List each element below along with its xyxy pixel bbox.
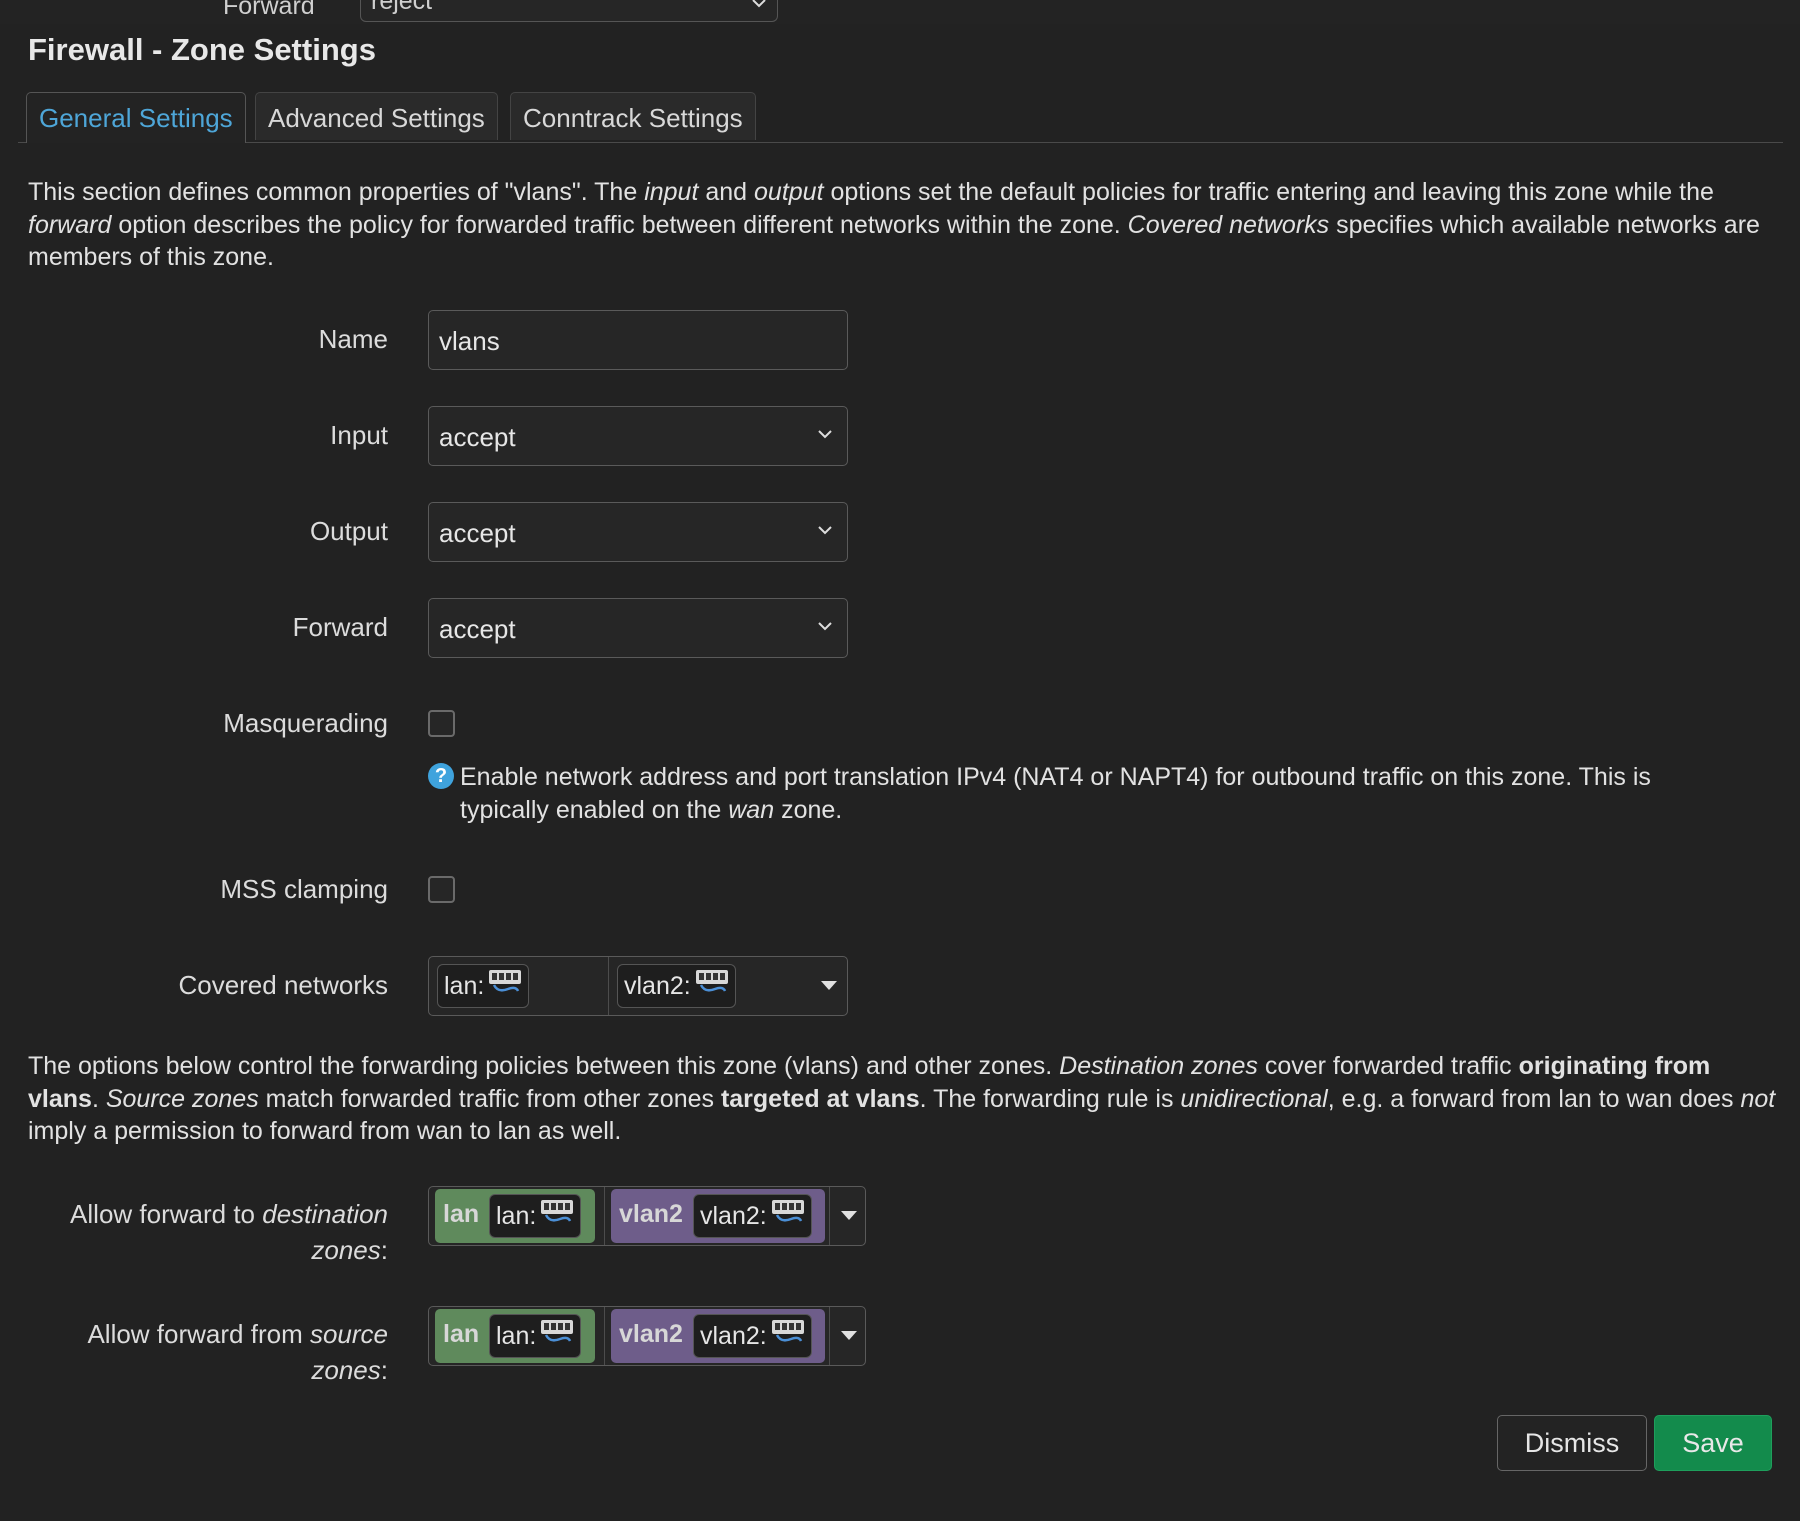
tab-general-settings[interactable]: General Settings bbox=[26, 92, 246, 143]
chevron-down-icon bbox=[817, 420, 833, 457]
zone-badge-vlan2: vlan2 vlan2: bbox=[611, 1189, 825, 1243]
masquerading-label: Masquerading bbox=[223, 708, 388, 738]
chevron-down-icon bbox=[817, 612, 833, 649]
background-form-row: Forward reject bbox=[0, 0, 1800, 24]
background-forward-label: Forward bbox=[223, 0, 315, 20]
src-zone-lan: lan lan: bbox=[429, 1307, 605, 1365]
forward-dest-select[interactable]: lan lan: vlan2 vlan2: bbox=[428, 1186, 866, 1246]
covered-network-lan: lan: bbox=[429, 957, 609, 1015]
name-input-value: vlans bbox=[439, 326, 500, 356]
dest-zone-lan: lan lan: bbox=[429, 1187, 605, 1245]
network-chip-lan: lan: bbox=[437, 964, 530, 1008]
mss-clamping-label: MSS clamping bbox=[220, 874, 388, 904]
background-forward-value: reject bbox=[371, 0, 433, 15]
input-label: Input bbox=[330, 420, 388, 450]
network-chip-lan: lan: bbox=[489, 1194, 582, 1238]
name-input[interactable]: vlans bbox=[428, 310, 848, 370]
forward-policy-select[interactable]: accept bbox=[428, 598, 848, 658]
background-forward-select[interactable]: reject bbox=[360, 0, 778, 22]
output-policy-value: accept bbox=[439, 518, 516, 548]
caret-down-icon[interactable] bbox=[841, 1331, 857, 1340]
forward-label: Forward bbox=[292, 612, 388, 642]
network-ports-icon bbox=[695, 966, 729, 1008]
covered-networks-label: Covered networks bbox=[178, 970, 388, 1000]
network-chip-vlan2: vlan2: bbox=[617, 964, 736, 1008]
network-ports-icon bbox=[540, 1316, 574, 1358]
network-ports-icon bbox=[540, 1196, 574, 1238]
network-chip-vlan2: vlan2: bbox=[693, 1314, 812, 1358]
masquerading-help: ? Enable network address and port transl… bbox=[428, 761, 1728, 826]
output-label: Output bbox=[309, 516, 388, 546]
output-policy-select[interactable]: accept bbox=[428, 502, 848, 562]
zone-badge-lan: lan lan: bbox=[435, 1309, 595, 1363]
src-zone-vlan2: vlan2 vlan2: bbox=[605, 1307, 830, 1365]
tab-bar: General Settings Advanced Settings Connt… bbox=[18, 92, 1783, 143]
zone-badge-lan: lan lan: bbox=[435, 1189, 595, 1243]
modal-title: Firewall - Zone Settings bbox=[28, 32, 376, 67]
covered-networks-select[interactable]: lan: vlan2: bbox=[428, 956, 848, 1016]
network-chip-vlan2: vlan2: bbox=[693, 1194, 812, 1238]
chevron-down-icon bbox=[817, 516, 833, 553]
network-ports-icon bbox=[488, 966, 522, 1008]
caret-down-icon[interactable] bbox=[841, 1211, 857, 1220]
forward-src-label: Allow forward from source zones: bbox=[87, 1319, 388, 1385]
mss-clamping-checkbox[interactable] bbox=[428, 876, 455, 903]
masquerading-checkbox[interactable] bbox=[428, 710, 455, 737]
forward-policy-value: accept bbox=[439, 614, 516, 644]
input-policy-select[interactable]: accept bbox=[428, 406, 848, 466]
save-button[interactable]: Save bbox=[1654, 1415, 1772, 1471]
forward-src-select[interactable]: lan lan: vlan2 vlan2: bbox=[428, 1306, 866, 1366]
input-policy-value: accept bbox=[439, 422, 516, 452]
zone-badge-vlan2: vlan2 vlan2: bbox=[611, 1309, 825, 1363]
tab-advanced-settings[interactable]: Advanced Settings bbox=[255, 92, 498, 140]
network-chip-lan: lan: bbox=[489, 1314, 582, 1358]
chevron-down-icon bbox=[751, 0, 767, 12]
zone-settings-modal: Firewall - Zone Settings General Setting… bbox=[0, 24, 1800, 1521]
network-ports-icon bbox=[771, 1196, 805, 1238]
network-ports-icon bbox=[771, 1316, 805, 1358]
dismiss-button[interactable]: Dismiss bbox=[1497, 1415, 1647, 1471]
caret-down-icon[interactable] bbox=[821, 981, 837, 990]
forward-dest-label: Allow forward to destination zones: bbox=[70, 1199, 388, 1265]
section-description: This section defines common properties o… bbox=[28, 178, 1760, 271]
help-icon: ? bbox=[428, 763, 454, 789]
name-label: Name bbox=[318, 324, 388, 354]
tab-conntrack-settings[interactable]: Conntrack Settings bbox=[510, 92, 756, 140]
dest-zone-vlan2: vlan2 vlan2: bbox=[605, 1187, 830, 1245]
forwarding-description: The options below control the forwarding… bbox=[28, 1052, 1776, 1145]
covered-network-vlan2: vlan2: bbox=[609, 957, 847, 1015]
